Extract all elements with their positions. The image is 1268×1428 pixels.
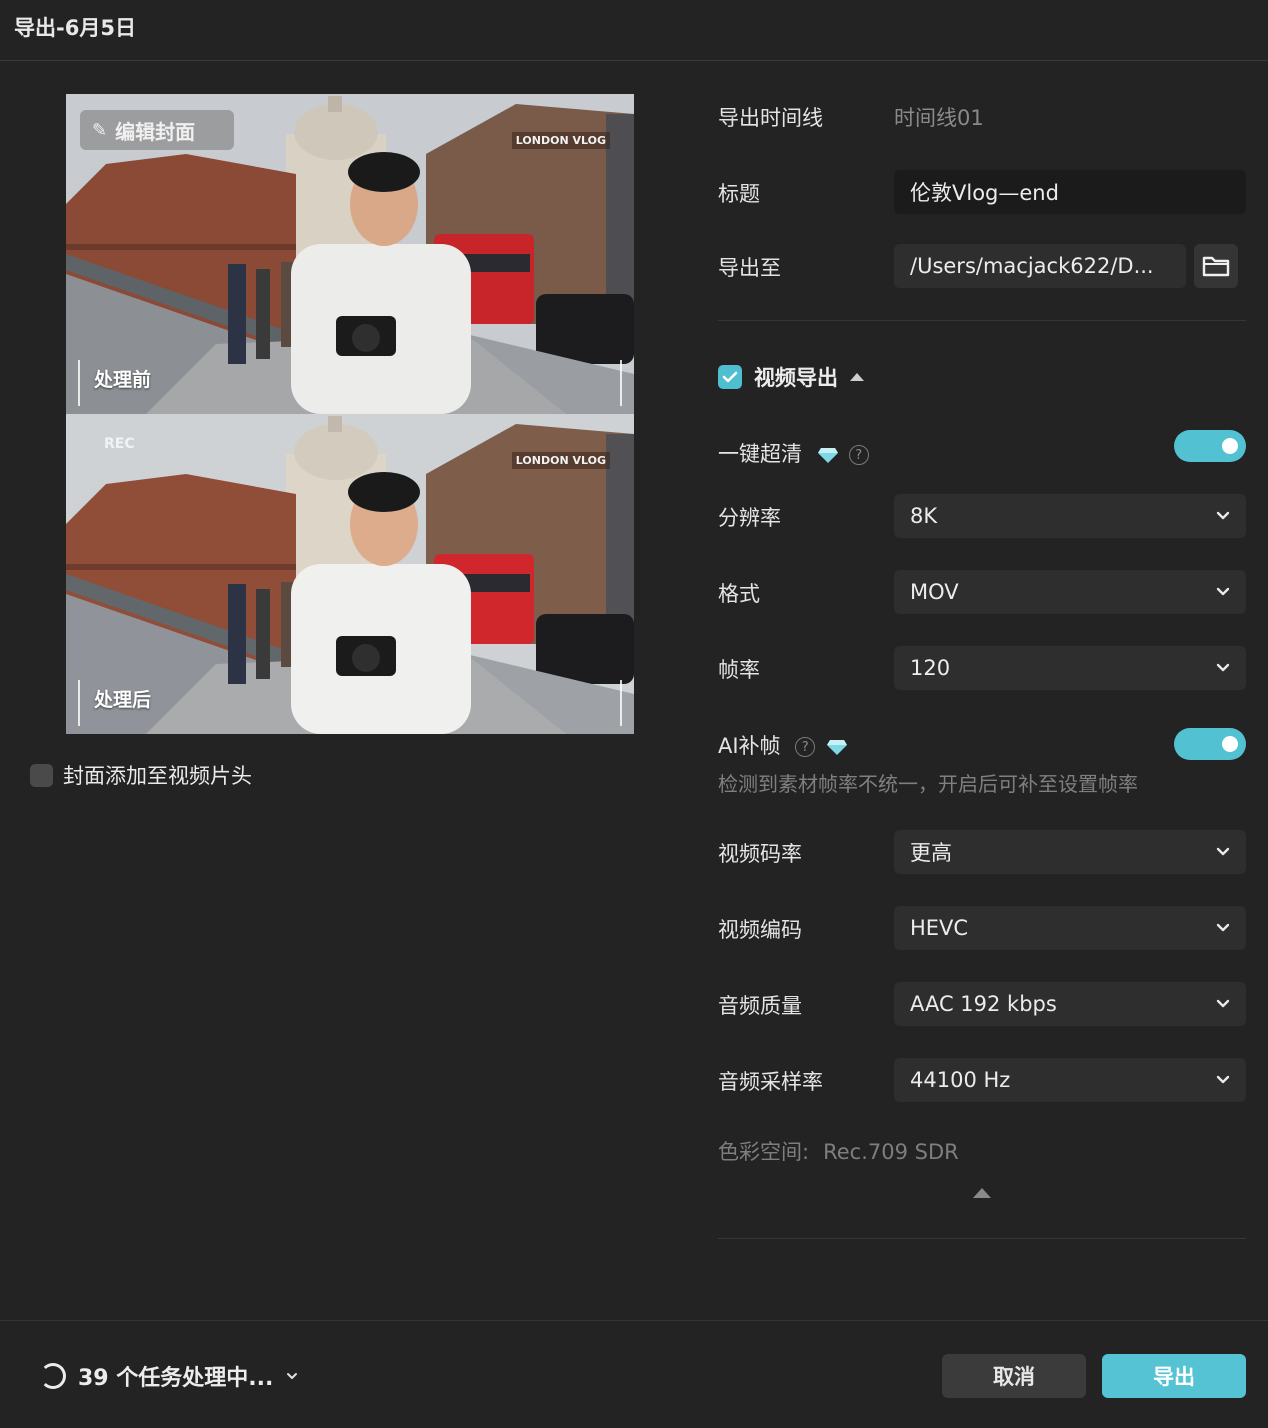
ai-frame-toggle[interactable] <box>1174 728 1246 760</box>
rec-label: REC <box>104 436 135 452</box>
bitrate-label: 视频码率 <box>718 842 802 866</box>
caret-up-icon[interactable] <box>850 373 864 381</box>
sign-text: LONDON VLOG <box>511 452 610 469</box>
title-input-value: 伦敦Vlog—end <box>910 181 1059 205</box>
edit-cover-button[interactable]: ✎ 编辑封面 <box>80 110 234 150</box>
divider <box>718 1238 1246 1239</box>
chevron-down-icon <box>1216 923 1230 932</box>
resolution-label: 分辨率 <box>718 506 781 530</box>
preview-before: ✎ 编辑封面 LONDON VLOG 处理前 <box>66 94 634 414</box>
add-cover-checkbox[interactable] <box>30 763 53 787</box>
video-export-label: 视频导出 <box>754 366 838 390</box>
frame-corner <box>620 680 622 726</box>
chevron-down-icon <box>1216 587 1230 596</box>
format-label: 格式 <box>718 582 760 606</box>
export-path-field[interactable]: /Users/macjack622/D... <box>894 244 1186 288</box>
color-space-value: Rec.709 SDR <box>823 1140 959 1164</box>
timeline-label: 导出时间线 <box>718 106 823 130</box>
browse-folder-button[interactable] <box>1194 244 1238 288</box>
frame-corner <box>620 360 622 406</box>
sample-rate-label: 音频采样率 <box>718 1070 823 1094</box>
sign-text: LONDON VLOG <box>511 132 610 149</box>
add-cover-label: 封面添加至视频片头 <box>63 764 252 788</box>
codec-label: 视频编码 <box>718 918 802 942</box>
chevron-down-icon <box>287 1373 298 1379</box>
check-icon <box>722 371 738 383</box>
chevron-down-icon <box>1216 663 1230 672</box>
frame-corner <box>78 360 80 406</box>
task-status-label: 39 个任务处理中... <box>78 1366 274 1391</box>
chevron-down-icon <box>1216 847 1230 856</box>
chevron-down-icon <box>1216 511 1230 520</box>
after-label: 处理后 <box>94 689 152 711</box>
task-status[interactable]: 39 个任务处理中... <box>40 1360 299 1392</box>
super-res-label: 一键超清 <box>718 442 802 466</box>
export-to-label: 导出至 <box>718 256 781 280</box>
color-space-info: 色彩空间: Rec.709 SDR <box>718 1136 959 1166</box>
toggle-knob <box>1222 736 1238 752</box>
title-input[interactable]: 伦敦Vlog—end <box>894 170 1246 214</box>
chevron-down-icon <box>1216 1075 1230 1084</box>
fps-select[interactable]: 120 <box>894 646 1246 690</box>
sample-rate-value: 44100 Hz <box>910 1068 1011 1092</box>
pencil-icon: ✎ <box>92 119 108 141</box>
super-res-toggle[interactable] <box>1174 430 1246 462</box>
codec-value: HEVC <box>910 916 969 940</box>
export-button[interactable]: 导出 <box>1102 1354 1246 1398</box>
color-space-label: 色彩空间: <box>718 1140 810 1164</box>
timeline-value: 时间线01 <box>894 106 984 130</box>
format-select[interactable]: MOV <box>894 570 1246 614</box>
divider <box>718 320 1246 321</box>
footer-divider <box>0 1320 1268 1321</box>
ai-frame-hint: 检测到素材帧率不统一，开启后可补至设置帧率 <box>718 772 1138 796</box>
resolution-select[interactable]: 8K <box>894 494 1246 538</box>
ai-frame-row: AI补帧 ? <box>718 730 849 760</box>
resolution-value: 8K <box>910 504 938 528</box>
diamond-vip-icon <box>817 448 838 463</box>
cancel-button[interactable]: 取消 <box>942 1354 1086 1398</box>
audio-quality-select[interactable]: AAC 192 kbps <box>894 982 1246 1026</box>
export-path-value: /Users/macjack622/D... <box>910 254 1154 278</box>
video-export-checkbox[interactable] <box>718 365 742 389</box>
window-title: 导出-6月5日 <box>14 16 136 40</box>
spinner-icon <box>40 1363 66 1389</box>
title-label: 标题 <box>718 182 760 206</box>
audio-quality-value: AAC 192 kbps <box>910 992 1057 1016</box>
chevron-down-icon <box>1216 999 1230 1008</box>
fps-label: 帧率 <box>718 658 760 682</box>
bitrate-select[interactable]: 更高 <box>894 830 1246 874</box>
folder-icon <box>1202 256 1230 277</box>
frame-corner <box>78 680 80 726</box>
codec-select[interactable]: HEVC <box>894 906 1246 950</box>
help-icon[interactable]: ? <box>848 445 869 465</box>
collapse-caret-icon[interactable] <box>973 1188 991 1198</box>
video-export-section[interactable]: 视频导出 <box>718 362 864 392</box>
sample-rate-select[interactable]: 44100 Hz <box>894 1058 1246 1102</box>
add-cover-option[interactable]: 封面添加至视频片头 <box>30 760 252 790</box>
edit-cover-label: 编辑封面 <box>115 119 196 144</box>
super-res-row: 一键超清 ? <box>718 438 869 468</box>
preview-after: REC LONDON VLOG 处理后 <box>66 414 634 734</box>
bitrate-value: 更高 <box>910 841 952 865</box>
format-value: MOV <box>910 580 959 604</box>
cover-preview: ✎ 编辑封面 LONDON VLOG 处理前 REC LONDON VLOG 处… <box>66 94 634 734</box>
audio-quality-label: 音频质量 <box>718 994 802 1018</box>
ai-frame-label: AI补帧 <box>718 734 781 758</box>
toggle-knob <box>1222 438 1238 454</box>
fps-value: 120 <box>910 656 951 680</box>
before-label: 处理前 <box>94 369 152 391</box>
help-icon[interactable]: ? <box>795 737 816 757</box>
diamond-vip-icon <box>827 740 848 755</box>
title-bar: 导出-6月5日 <box>0 0 1268 61</box>
